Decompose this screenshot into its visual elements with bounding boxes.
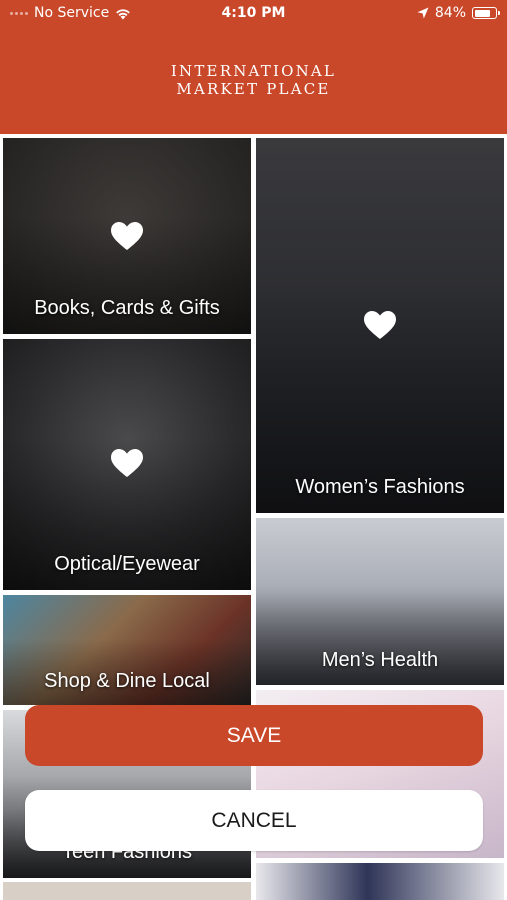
battery-level-fill — [474, 9, 491, 17]
category-tile-womens-fashions[interactable]: Women’s Fashions — [256, 138, 504, 513]
category-tile-mens-health[interactable]: Men’s Health — [256, 518, 504, 685]
logo-line-1: INTERNATIONAL — [170, 62, 337, 80]
logo-line-2: MARKET PLACE — [176, 80, 331, 98]
logo: INTERNATIONAL MARKET PLACE — [0, 62, 507, 98]
category-label: Optical/Eyewear — [54, 553, 200, 575]
category-tile-books-cards-gifts[interactable]: Books, Cards & Gifts — [3, 138, 251, 334]
location-icon — [417, 7, 429, 19]
status-right: 84% — [417, 5, 500, 21]
heart-icon[interactable] — [111, 449, 143, 478]
heart-icon[interactable] — [364, 311, 396, 340]
category-label: Women’s Fashions — [295, 476, 465, 498]
category-label: Men’s Health — [321, 649, 439, 671]
category-tile-optical-eyewear[interactable]: Optical/Eyewear — [3, 339, 251, 590]
save-button[interactable]: SAVE — [25, 705, 483, 766]
cancel-button[interactable]: CANCEL — [25, 790, 483, 851]
category-tile-partial-left[interactable] — [3, 882, 251, 900]
battery-icon — [472, 7, 500, 19]
heart-icon[interactable] — [111, 222, 143, 251]
battery-percent: 84% — [434, 5, 466, 21]
category-tile-shop-dine-local[interactable]: Shop & Dine Local — [3, 595, 251, 705]
category-tile-partial-right[interactable] — [256, 863, 504, 900]
category-label: Books, Cards & Gifts — [34, 297, 220, 319]
app-header: No Service 4:10 PM 84% INTERNATIONAL MAR… — [0, 0, 507, 134]
status-bar: No Service 4:10 PM 84% — [0, 0, 507, 28]
category-label: Shop & Dine Local — [44, 670, 210, 692]
